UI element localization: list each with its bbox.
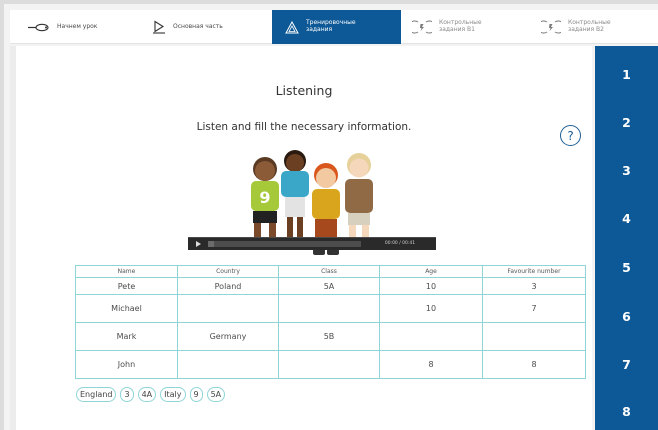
rail-item-5[interactable]: 5 (595, 257, 658, 277)
nav-item-main-part[interactable]: Основная часть (138, 10, 272, 44)
children-illustration: 9 (251, 150, 373, 255)
table-cell: Pete (75, 277, 178, 295)
time-display: 00:00 / 00:41 (384, 241, 416, 246)
lightbulb-gear-icon (541, 19, 561, 35)
column-header: Country (177, 265, 279, 278)
rail-item-2[interactable]: 2 (595, 112, 658, 132)
nav-item-start-lesson[interactable]: Начнем урок (10, 10, 138, 44)
table-cell[interactable]: 5A (278, 277, 380, 295)
nav-label: Контрольные задания B1 (439, 19, 482, 33)
instruction-text: Listen and fill the necessary informatio… (196, 121, 412, 133)
info-table: Name Country Class Age Favourite number … (75, 265, 586, 379)
play-screen-icon (152, 20, 166, 34)
table-cell[interactable]: 10 (379, 277, 483, 295)
page-title: Listening (275, 83, 333, 98)
table-cell[interactable] (482, 322, 586, 351)
table-cell[interactable]: 5B (278, 322, 380, 351)
exercise-panel: Listening Listen and fill the necessary … (10, 46, 592, 430)
rail-item-6[interactable]: 6 (595, 306, 658, 326)
nav-label: Контрольные задания B2 (568, 19, 611, 33)
table-row: Michael 10 7 (75, 294, 586, 323)
answer-chip[interactable]: Italy (160, 387, 186, 402)
answer-chip[interactable]: England (76, 387, 117, 402)
play-icon[interactable] (196, 241, 201, 247)
nav-label: Начнем урок (57, 22, 98, 30)
answer-chip[interactable]: 9 (189, 387, 203, 402)
task-number-rail: 1 2 3 4 5 6 7 8 (595, 46, 658, 430)
column-header: Name (75, 265, 178, 278)
triangle-warning-icon (285, 20, 299, 34)
column-header: Favourite number (482, 265, 586, 278)
table-cell: Mark (75, 322, 178, 351)
table-cell[interactable]: Germany (177, 322, 279, 351)
table-cell[interactable]: 10 (379, 294, 483, 323)
table-cell[interactable] (278, 350, 380, 379)
rail-item-8[interactable]: 8 (595, 401, 658, 421)
table-row: John 8 8 (75, 350, 586, 379)
audio-player: 00:00 / 00:41 (188, 237, 436, 250)
column-header: Age (379, 265, 483, 278)
table-cell[interactable] (379, 322, 483, 351)
table-header-row: Name Country Class Age Favourite number (75, 265, 586, 278)
answer-chip[interactable]: 4A (137, 387, 157, 402)
table-cell[interactable]: 8 (379, 350, 483, 379)
nav-label: Основная часть (173, 22, 223, 30)
rail-item-1[interactable]: 1 (595, 64, 658, 84)
answer-chip[interactable]: 5A (206, 387, 226, 402)
help-button[interactable]: ? (560, 125, 581, 146)
question-mark-icon: ? (567, 128, 574, 143)
rocket-icon (28, 23, 50, 32)
table-row: Mark Germany 5B (75, 322, 586, 351)
rail-item-4[interactable]: 4 (595, 208, 658, 228)
answer-chips: England 3 4A Italy 9 5A (76, 387, 226, 402)
table-cell: John (75, 350, 178, 379)
top-navigation: Начнем урок Основная часть Тренировочные… (10, 10, 658, 44)
table-cell[interactable]: 7 (482, 294, 586, 323)
table-row: Pete Poland 5A 10 3 (75, 277, 586, 295)
svg-text:9: 9 (259, 188, 270, 207)
table-cell[interactable] (177, 350, 279, 379)
rail-item-7[interactable]: 7 (595, 354, 658, 374)
table-cell[interactable]: 8 (482, 350, 586, 379)
table-cell[interactable] (177, 294, 279, 323)
nav-item-control-tasks-b1[interactable]: Контрольные задания B1 (401, 10, 527, 44)
seek-bar[interactable] (208, 241, 361, 247)
rail-item-3[interactable]: 3 (595, 160, 658, 180)
lightbulb-gear-icon (412, 19, 432, 35)
column-header: Class (278, 265, 380, 278)
table-cell[interactable]: Poland (177, 277, 279, 295)
seek-bar-fill (208, 241, 215, 247)
table-cell[interactable]: 3 (482, 277, 586, 295)
answer-chip[interactable]: 3 (120, 387, 134, 402)
table-cell[interactable] (278, 294, 380, 323)
nav-item-control-tasks-b2[interactable]: Контрольные задания B2 (527, 10, 658, 44)
nav-label: Тренировочные задания (306, 19, 356, 33)
table-cell: Michael (75, 294, 178, 323)
nav-item-training-tasks[interactable]: Тренировочные задания (272, 10, 401, 44)
